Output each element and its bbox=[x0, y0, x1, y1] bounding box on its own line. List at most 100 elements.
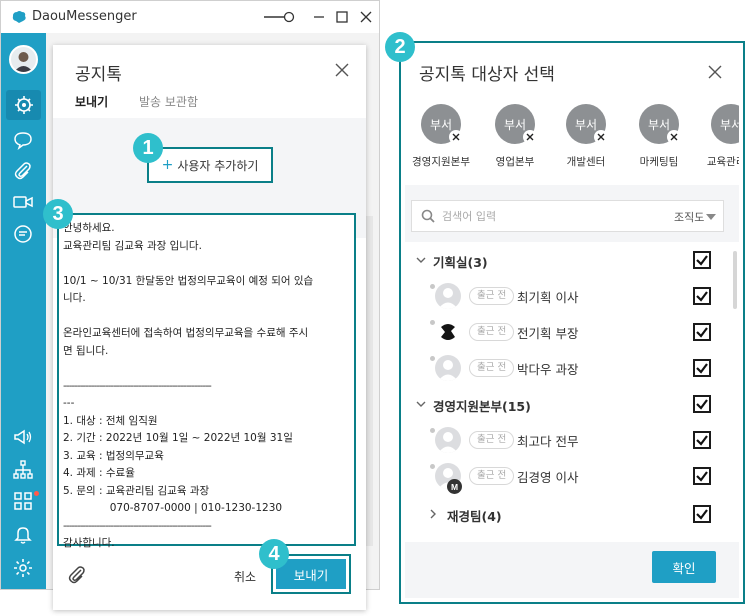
tree-person-row[interactable]: 출근 전 최고다 전무 bbox=[405, 422, 730, 458]
tree-scrollbar[interactable] bbox=[733, 251, 737, 309]
dialog-close-icon[interactable] bbox=[707, 64, 723, 80]
remove-chip-icon[interactable] bbox=[449, 130, 463, 144]
add-user-button[interactable]: + 사용자 추가하기 bbox=[147, 147, 273, 183]
add-user-label: 사용자 추가하기 bbox=[177, 158, 259, 173]
presence-dot bbox=[430, 320, 435, 325]
notice-compose-panel: 공지톡 보내기 발송 보관함 + 사용자 추가하기 안녕하세요. 교육관리팀 김… bbox=[53, 45, 366, 610]
cancel-button[interactable]: 취소 bbox=[234, 568, 256, 585]
app-title: DaouMessenger bbox=[32, 9, 137, 24]
tree-subgroup-row[interactable]: 재경팀(4) bbox=[405, 496, 730, 532]
checkbox[interactable] bbox=[693, 251, 711, 269]
tree-person-row[interactable]: 출근 전 최기획 이사 bbox=[405, 278, 730, 314]
dept-avatar: 부서 bbox=[711, 104, 739, 144]
app-logo-icon bbox=[12, 11, 26, 23]
message-line: --- bbox=[63, 397, 75, 409]
attach-paperclip-icon[interactable] bbox=[67, 565, 87, 585]
group-name: 재경팀(4) bbox=[447, 509, 502, 524]
message-line: 면 됩니다. bbox=[63, 344, 109, 357]
search-input[interactable] bbox=[442, 207, 642, 225]
message-textarea[interactable]: 안녕하세요. 교육관리팀 김교육 과장 입니다. 10/1 ~ 10/31 한달… bbox=[57, 213, 356, 549]
message-circle-icon bbox=[14, 225, 32, 243]
message-line bbox=[63, 308, 350, 326]
title-bar: DaouMessenger bbox=[1, 1, 379, 33]
presence-dot bbox=[430, 464, 435, 469]
search-box: 조직도 bbox=[411, 200, 724, 232]
org-chart-select-label: 조직도 bbox=[674, 211, 705, 224]
chip-label: 교육관리팀 bbox=[706, 156, 739, 168]
video-camera-icon bbox=[13, 196, 33, 208]
sidebar-item-chat[interactable] bbox=[12, 129, 34, 151]
sidebar-item-settings[interactable] bbox=[12, 557, 34, 579]
chat-bubble-icon bbox=[14, 132, 32, 151]
search-icon bbox=[421, 209, 435, 223]
checkbox[interactable] bbox=[693, 287, 711, 305]
user-avatar bbox=[435, 283, 461, 309]
presence-dot bbox=[430, 356, 435, 361]
remove-chip-icon[interactable] bbox=[667, 130, 681, 144]
opacity-slider[interactable] bbox=[263, 7, 295, 27]
compose-footer: 취소 보내기 bbox=[53, 550, 366, 610]
bell-icon bbox=[14, 527, 32, 544]
step-badge-3: 3 bbox=[43, 199, 73, 229]
sidebar-item-announcement[interactable] bbox=[12, 426, 34, 448]
status-badge: 출근 전 bbox=[469, 431, 515, 449]
checkbox[interactable] bbox=[693, 431, 711, 449]
chip-label: 경영지원본부 bbox=[412, 156, 470, 168]
checkbox[interactable] bbox=[693, 323, 711, 341]
sidebar-item-organization[interactable] bbox=[6, 90, 41, 120]
user-avatar bbox=[435, 355, 461, 381]
org-chart-select[interactable]: 조직도 bbox=[674, 209, 717, 225]
sidebar-item-video[interactable] bbox=[12, 191, 34, 213]
step-badge-4: 4 bbox=[259, 539, 289, 569]
window-close-button[interactable] bbox=[355, 7, 377, 27]
checkbox[interactable] bbox=[693, 467, 711, 485]
gear-person-icon bbox=[14, 96, 33, 114]
sidebar-item-notice[interactable] bbox=[12, 223, 34, 245]
megaphone-icon bbox=[14, 429, 32, 445]
step-badge-2: 2 bbox=[385, 32, 415, 62]
notification-dot bbox=[34, 491, 39, 496]
chevron-down-icon[interactable] bbox=[415, 398, 427, 410]
sidebar bbox=[1, 33, 46, 589]
maximize-button[interactable] bbox=[331, 7, 353, 27]
confirm-button[interactable]: 확인 bbox=[652, 551, 716, 583]
checkbox[interactable] bbox=[693, 359, 711, 377]
status-badge: 출근 전 bbox=[469, 467, 515, 485]
tree-group-row[interactable]: 경영지원본부(15) bbox=[405, 386, 730, 422]
tree-group-row[interactable]: 기획실(3) bbox=[405, 242, 730, 278]
my-avatar[interactable] bbox=[9, 45, 38, 74]
tree-person-row[interactable]: M 출근 전 김경영 이사 bbox=[405, 458, 730, 494]
message-line: 3. 교육 : 법정의무교육 bbox=[63, 449, 164, 462]
sidebar-item-apps[interactable] bbox=[12, 490, 34, 512]
remove-chip-icon[interactable] bbox=[594, 130, 608, 144]
checkbox[interactable] bbox=[693, 505, 711, 523]
person-name: 박다우 과장 bbox=[517, 362, 579, 377]
chevron-right-icon[interactable] bbox=[427, 508, 439, 520]
message-separator: ----------------------------------------… bbox=[63, 519, 212, 532]
message-line: 교육관리팀 김교육 과장 입니다. bbox=[63, 239, 202, 252]
status-badge: 출근 전 bbox=[469, 287, 515, 305]
dialog-title: 공지톡 대상자 선택 bbox=[419, 65, 555, 85]
chip-label: 영업본부 bbox=[495, 156, 535, 168]
checkbox[interactable] bbox=[693, 395, 711, 413]
status-badge: 출근 전 bbox=[469, 323, 515, 341]
sidebar-item-files[interactable] bbox=[12, 160, 34, 182]
group-name: 기획실(3) bbox=[433, 255, 488, 270]
sidebar-item-org-chart[interactable] bbox=[12, 459, 34, 481]
message-line bbox=[63, 255, 350, 273]
tab-sent-archive[interactable]: 발송 보관함 bbox=[139, 93, 198, 110]
person-name: 전기획 부장 bbox=[517, 326, 579, 341]
status-badge: 출근 전 bbox=[469, 359, 515, 377]
minimize-button[interactable] bbox=[308, 7, 330, 27]
chevron-down-icon[interactable] bbox=[415, 254, 427, 266]
dialog-footer: 확인 bbox=[405, 542, 739, 598]
tree-person-row[interactable]: 출근 전 전기획 부장 bbox=[405, 314, 730, 350]
sidebar-item-notifications[interactable] bbox=[12, 523, 34, 545]
presence-dot bbox=[430, 284, 435, 289]
tree-person-row[interactable]: 출근 전 박다우 과장 bbox=[405, 350, 730, 386]
message-line: 온라인교육센터에 접속하여 법정의무교육을 수료해 주시 bbox=[63, 327, 309, 339]
group-name: 경영지원본부(15) bbox=[433, 399, 531, 414]
message-separator: ----------------------------------------… bbox=[63, 379, 212, 392]
compose-close-icon[interactable] bbox=[334, 62, 350, 78]
remove-chip-icon[interactable] bbox=[523, 130, 537, 144]
